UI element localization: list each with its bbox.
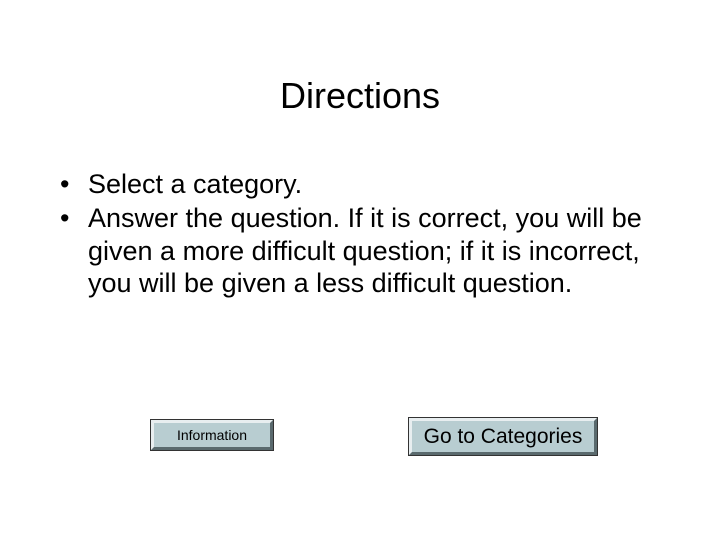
- go-to-categories-button[interactable]: Go to Categories: [409, 418, 597, 455]
- list-item-text: Select a category.: [88, 168, 654, 200]
- information-button[interactable]: Information: [151, 420, 273, 450]
- button-label: Information: [177, 427, 247, 443]
- bullet-icon: •: [54, 168, 88, 200]
- button-label: Go to Categories: [424, 425, 583, 449]
- list-item: • Answer the question. If it is correct,…: [54, 202, 654, 299]
- bullet-icon: •: [54, 202, 88, 234]
- page-title: Directions: [0, 75, 720, 117]
- list-item-text: Answer the question. If it is correct, y…: [88, 202, 654, 299]
- directions-list: • Select a category. • Answer the questi…: [54, 168, 654, 302]
- list-item: • Select a category.: [54, 168, 654, 200]
